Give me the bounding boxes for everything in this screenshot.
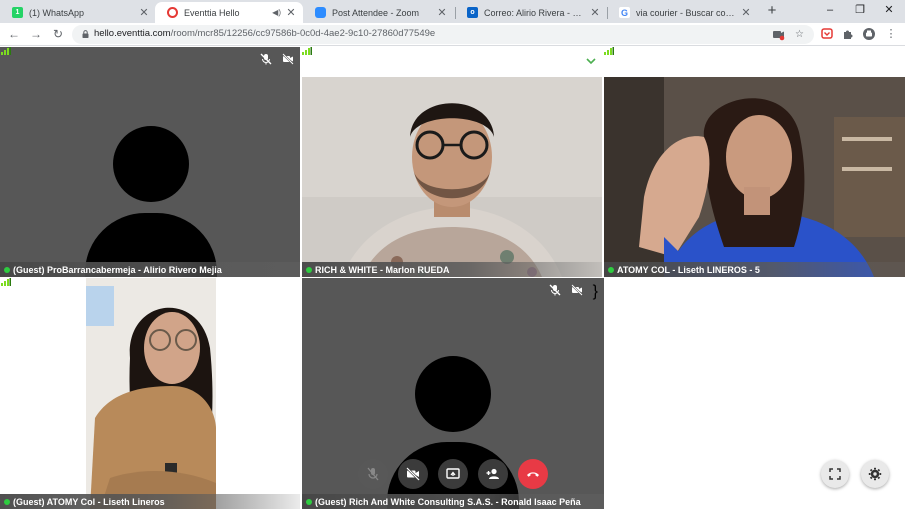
google-icon: G: [619, 7, 630, 18]
tab-label: Correo: Alirio Rivera - Outlook: [484, 7, 585, 18]
minimize-button[interactable]: –: [815, 0, 845, 20]
whatsapp-icon: 1: [12, 7, 23, 18]
participant-name: (Guest) ProBarrancabermeja - Alirio Rive…: [13, 264, 222, 275]
meeting-stage: (Guest) ProBarrancabermeja - Alirio Rive…: [0, 47, 905, 509]
signal-strength-icon: [1, 278, 11, 286]
participant-name: (Guest) Rich And White Consulting S.A.S.…: [315, 496, 581, 507]
chevron-down-icon[interactable]: [586, 58, 596, 65]
profile-avatar-icon[interactable]: [862, 27, 876, 41]
extensions-puzzle-icon[interactable]: [841, 27, 855, 41]
mic-off-icon: [260, 52, 272, 65]
outlook-icon: o: [467, 7, 478, 18]
online-status-dot: [306, 266, 312, 273]
participant-video-feed: [302, 77, 602, 277]
participant-nameplate: (Guest) ProBarrancabermeja - Alirio Rive…: [0, 262, 300, 277]
participant-video-feed: [0, 278, 300, 509]
bookmark-star-icon[interactable]: ☆: [793, 28, 806, 41]
online-status-dot: [4, 498, 10, 505]
settings-button[interactable]: [861, 460, 889, 488]
participant-tile[interactable]: RICH & WHITE - Marlon RUEDA: [302, 77, 602, 277]
participant-nameplate: ATOMY COL - Liseth LINEROS - 5: [604, 262, 905, 277]
address-bar[interactable]: hello.eventtia.com/room/mcr85/12256/cc97…: [72, 25, 814, 44]
participant-name: (Guest) ATOMY Col - Liseth Lineros: [13, 496, 165, 507]
close-icon[interactable]: ✕: [436, 6, 448, 19]
online-status-dot: [4, 266, 10, 273]
mic-off-icon: [549, 283, 561, 296]
tab-eventtia[interactable]: Eventtia Hello ◀) ✕: [155, 2, 303, 23]
signal-strength-icon: [302, 47, 312, 55]
video-off-icon: [570, 283, 583, 296]
tab-google[interactable]: G via courier - Buscar con Google ✕: [607, 2, 758, 23]
call-controls: [358, 459, 548, 489]
online-status-dot: [306, 498, 312, 505]
tab-zoom[interactable]: Post Attendee - Zoom ✕: [303, 2, 454, 23]
phone-hangup-icon: [527, 472, 539, 477]
browser-menu-icon[interactable]: ⋮: [884, 27, 898, 41]
participants-button[interactable]: [478, 459, 508, 489]
screen-share-icon: [446, 468, 460, 479]
zoom-icon: [315, 7, 326, 18]
close-icon[interactable]: ✕: [740, 6, 752, 19]
speaker-icon[interactable]: ◀): [272, 8, 281, 17]
pocket-extension-icon[interactable]: [820, 27, 834, 41]
restore-button[interactable]: ❐: [845, 0, 875, 20]
online-status-dot: [608, 266, 614, 273]
tab-label: Eventtia Hello: [184, 7, 240, 18]
video-off-icon: [406, 467, 420, 481]
participant-nameplate: (Guest) Rich And White Consulting S.A.S.…: [302, 494, 604, 509]
signal-strength-icon: [1, 47, 11, 55]
participant-name: ATOMY COL - Liseth LINEROS - 5: [617, 264, 760, 275]
fullscreen-icon: [829, 468, 841, 480]
new-tab-button[interactable]: +: [763, 2, 781, 20]
share-screen-button[interactable]: [438, 459, 468, 489]
participant-nameplate: RICH & WHITE - Marlon RUEDA: [302, 262, 602, 277]
camera-button[interactable]: [398, 459, 428, 489]
participant-tile[interactable]: (Guest) ProBarrancabermeja - Alirio Rive…: [0, 47, 300, 277]
microphone-button[interactable]: [358, 459, 388, 489]
avatar-placeholder-head: [113, 126, 189, 202]
participant-video-feed: [604, 77, 905, 277]
tab-label: Post Attendee - Zoom: [332, 7, 420, 18]
avatar-placeholder-head: [415, 356, 491, 432]
url-text: hello.eventtia.com/room/mcr85/12256/cc97…: [94, 28, 436, 39]
participant-nameplate: (Guest) ATOMY Col - Liseth Lineros: [0, 494, 300, 509]
fullscreen-button[interactable]: [821, 460, 849, 488]
tab-label: (1) WhatsApp: [29, 7, 85, 18]
hang-up-button[interactable]: [518, 459, 548, 489]
browser-toolbar: ← → ↻ hello.eventtia.com/room/mcr85/1225…: [0, 23, 905, 46]
add-person-icon: [486, 468, 499, 479]
close-icon[interactable]: ✕: [285, 6, 297, 19]
tab-whatsapp[interactable]: 1 (1) WhatsApp ✕: [0, 2, 156, 23]
video-off-icon: [282, 52, 294, 65]
mic-off-icon: [367, 467, 379, 481]
tab-outlook[interactable]: o Correo: Alirio Rivera - Outlook ✕: [455, 2, 607, 23]
camera-blocked-icon[interactable]: [772, 28, 785, 41]
close-window-button[interactable]: ✕: [874, 0, 904, 20]
signal-strength-icon: [604, 47, 614, 55]
eventtia-icon: [167, 7, 178, 18]
close-icon[interactable]: ✕: [138, 6, 150, 19]
participant-name: RICH & WHITE - Marlon RUEDA: [315, 264, 450, 275]
lock-icon: [82, 30, 89, 38]
back-button[interactable]: ←: [6, 26, 22, 42]
participant-tile[interactable]: (Guest) ATOMY Col - Liseth Lineros: [0, 278, 300, 509]
participant-tile[interactable]: ATOMY COL - Liseth LINEROS - 5: [604, 77, 905, 277]
tab-strip: 1 (1) WhatsApp ✕ Eventtia Hello ◀) ✕ Pos…: [0, 0, 905, 23]
reload-button[interactable]: ↻: [50, 26, 66, 42]
close-icon[interactable]: ✕: [589, 6, 601, 19]
gear-icon: [868, 467, 882, 481]
forward-button[interactable]: →: [28, 26, 44, 42]
tab-label: via courier - Buscar con Google: [636, 7, 736, 18]
